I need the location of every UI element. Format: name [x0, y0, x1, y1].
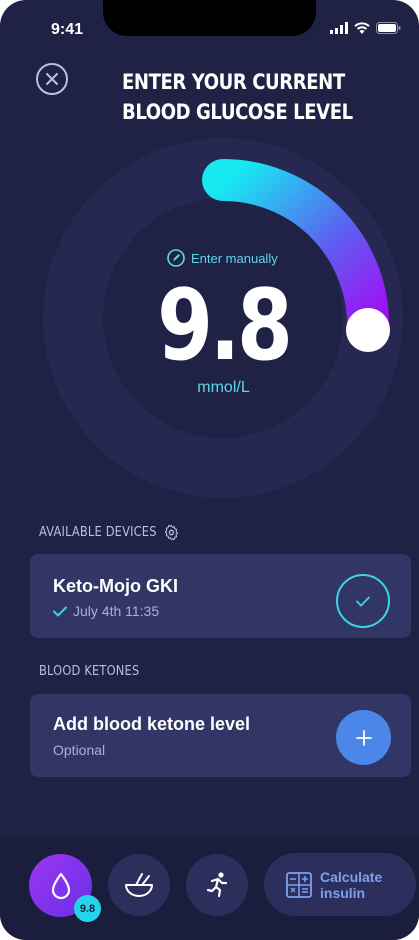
calculate-insulin-line1: Calculate — [320, 868, 383, 885]
food-bowl-icon — [125, 873, 153, 897]
device-card[interactable]: Keto-Mojo GKI July 4th 11:35 — [30, 554, 411, 638]
calculate-insulin-line2: insulin — [320, 884, 366, 901]
ketone-card[interactable]: Add blood ketone level Optional — [30, 694, 411, 777]
ketone-card-title: Add blood ketone level — [53, 714, 251, 734]
glucose-badge: 9.8 — [74, 895, 101, 922]
plus-icon — [355, 729, 372, 746]
glucose-value: 9.8 — [157, 269, 293, 383]
blood-drop-icon — [51, 872, 70, 899]
calculate-insulin-button[interactable]: Calculate insulin — [264, 853, 416, 916]
calculate-insulin-label: Calculate insulin — [320, 869, 400, 901]
edit-icon — [167, 249, 185, 267]
add-ketone-button[interactable] — [336, 710, 391, 765]
check-icon — [53, 606, 67, 617]
calculator-icon — [286, 871, 312, 898]
enter-manually-label: Enter manually — [191, 250, 278, 266]
glucose-unit: mmol/L — [197, 379, 250, 396]
nav-meal-button[interactable] — [108, 854, 170, 916]
device-name: Keto-Mojo GKI — [53, 576, 178, 596]
running-person-icon — [206, 872, 228, 898]
blood-ketones-heading: BLOOD KETONES — [39, 664, 139, 679]
device-selected-button[interactable] — [336, 574, 390, 628]
enter-manually-link[interactable]: Enter manually — [167, 249, 278, 267]
device-sync-status: July 4th 11:35 — [53, 603, 159, 619]
blood-ketones-label: BLOOD KETONES — [39, 664, 140, 679]
ketone-card-subtitle: Optional — [53, 742, 106, 758]
app-screen: 9:41 ENTER YOUR CURRENT BLOOD GLUCOSE LE… — [0, 0, 419, 940]
nav-activity-button[interactable] — [186, 854, 248, 916]
device-sync-time: July 4th 11:35 — [73, 603, 160, 619]
available-devices-heading: AVAILABLE DEVICES — [39, 524, 179, 541]
settings-gear-icon[interactable] — [164, 524, 179, 541]
checkmark-icon — [356, 596, 370, 607]
available-devices-label: AVAILABLE DEVICES — [39, 525, 157, 540]
